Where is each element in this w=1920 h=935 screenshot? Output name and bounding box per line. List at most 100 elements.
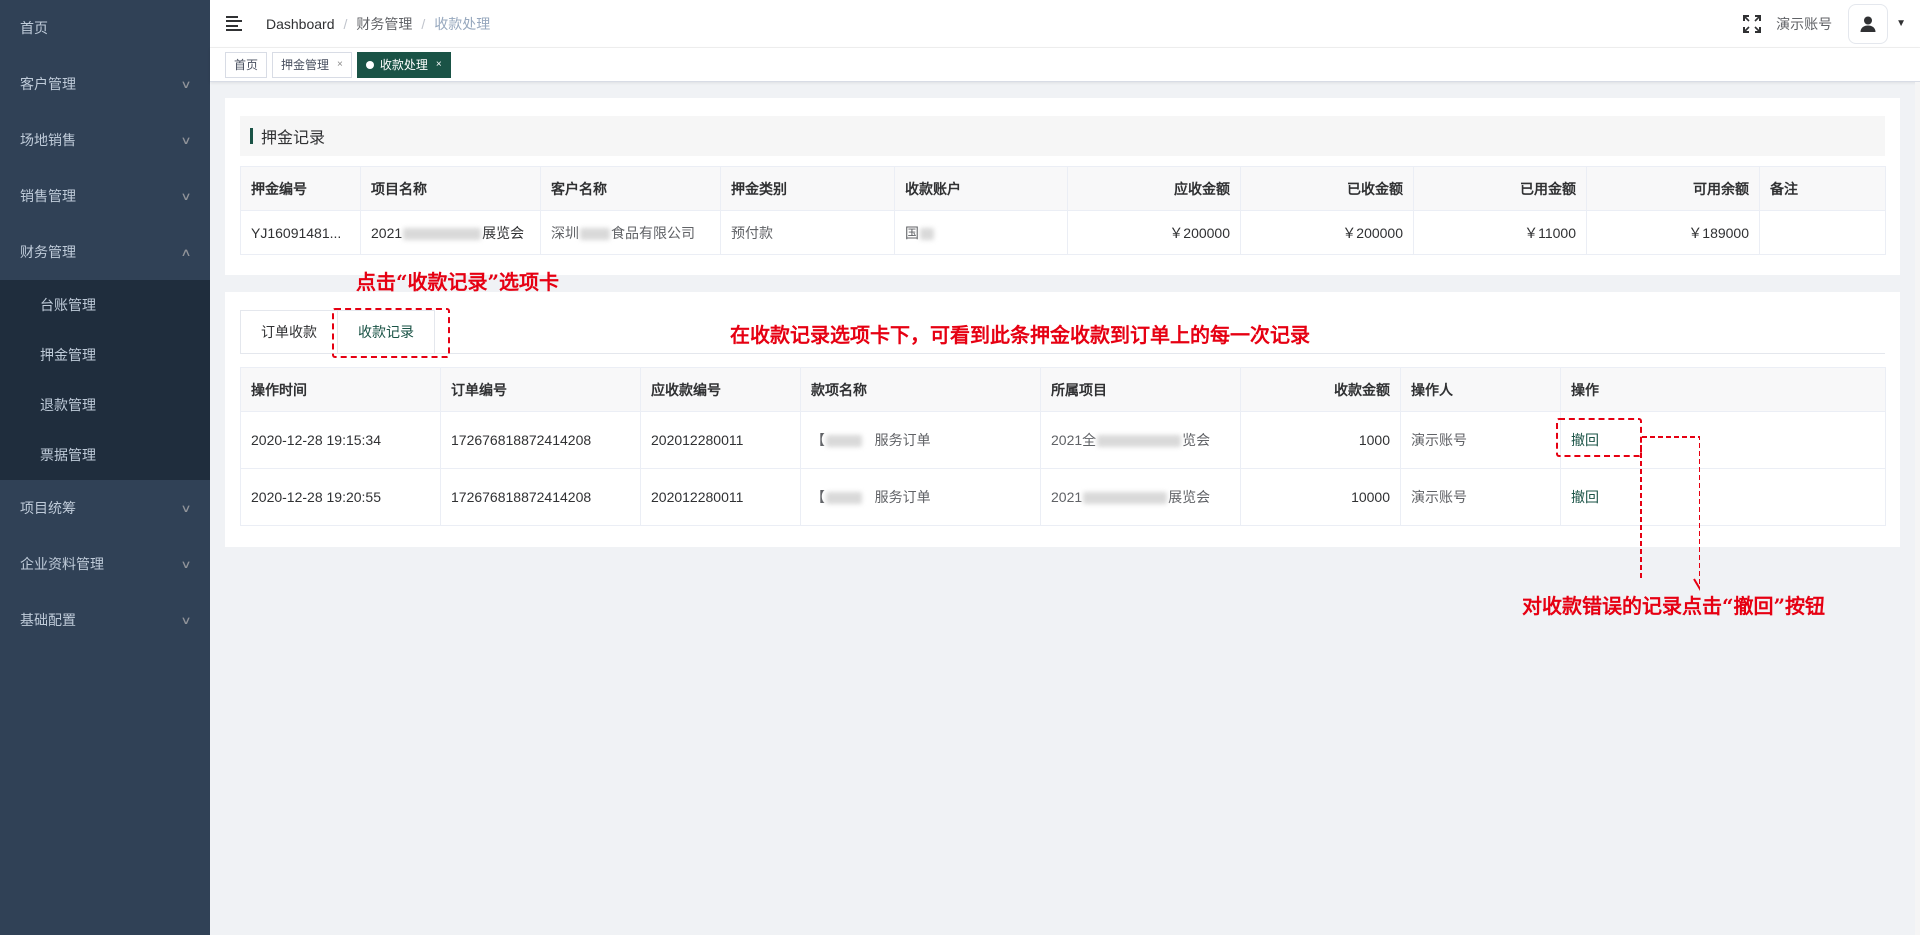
column-header: 应收款编号 — [640, 367, 801, 412]
sidebar-item-label: 基础配置 — [20, 612, 76, 628]
annotation-records-hint: 在收款记录选项卡下，可看到此条押金收款到订单上的每一次记录 — [730, 323, 1310, 347]
sidebar-item-deposit[interactable]: 押金管理 — [0, 330, 210, 380]
payment-amount: 10000 — [1240, 468, 1401, 526]
receivable-no: 202012280011 — [640, 468, 801, 526]
deposit-no: YJ16091481... — [240, 210, 361, 255]
tag-deposit-management[interactable]: 押金管理 × — [272, 51, 352, 78]
sidebar-item-customers[interactable]: 客户管理 ∨ — [0, 56, 210, 112]
tab-order-payment[interactable]: 订单收款 — [240, 310, 338, 354]
annotation-withdraw-hint: 对收款错误的记录点击“撤回”按钮 — [1522, 594, 1826, 618]
column-header: 已收金额 — [1240, 166, 1414, 211]
deposit-record-card: 押金记录 押金编号 项目名称 客户名称 押金类别 收款账户 应收金额 已收金额 … — [225, 98, 1900, 275]
tag-label: 押金管理 — [281, 58, 330, 72]
operation-time: 2020-12-28 19:15:34 — [240, 411, 441, 469]
withdraw-button[interactable]: 撤回 — [1571, 489, 1599, 505]
chevron-down-icon: ∨ — [180, 190, 192, 203]
order-no: 172676818872414208 — [440, 411, 641, 469]
sidebar-item-label: 押金管理 — [40, 347, 96, 363]
remark — [1759, 210, 1886, 255]
annotation-box-tab — [332, 308, 450, 358]
sidebar-item-finance[interactable]: 财务管理 ∧ — [0, 224, 210, 280]
available-balance: ￥189000 — [1586, 210, 1760, 255]
operation-time: 2020-12-28 19:20:55 — [240, 468, 441, 526]
active-dot-icon — [365, 60, 374, 69]
breadcrumb-current: 收款处理 — [434, 15, 491, 32]
order-no: 172676818872414208 — [440, 468, 641, 526]
tag-payment-processing[interactable]: 收款处理 × — [356, 51, 451, 78]
column-header: 操作时间 — [240, 367, 441, 412]
tag-label: 首页 — [234, 58, 259, 72]
column-header: 操作 — [1560, 367, 1886, 412]
close-icon[interactable]: × — [337, 59, 343, 70]
scrollbar[interactable] — [1915, 82, 1920, 935]
table-row: 2020-12-28 19:20:55 172676818872414208 2… — [240, 468, 1886, 526]
sidebar-item-label: 票据管理 — [40, 447, 96, 463]
hamburger-icon[interactable] — [226, 15, 246, 32]
annotation-tab-hint: 点击“收款记录”选项卡 — [356, 270, 560, 294]
table-row: YJ16091481... 2021 展览会 深圳 食品有限公司 预付款 国 ￥20… — [240, 210, 1886, 255]
avatar[interactable] — [1848, 3, 1889, 44]
sidebar-item-ledger[interactable]: 台账管理 — [0, 280, 210, 330]
column-header: 项目名称 — [360, 166, 541, 211]
breadcrumb: Dashboard / 财务管理 / 收款处理 — [266, 14, 491, 34]
deposit-table: 押金编号 项目名称 客户名称 押金类别 收款账户 应收金额 已收金额 已用金额 … — [240, 166, 1886, 255]
column-header: 收款账户 — [894, 166, 1068, 211]
chevron-down-icon: ∨ — [180, 134, 192, 147]
table-header-row: 操作时间 订单编号 应收款编号 款项名称 所属项目 收款金额 操作人 操作 — [240, 367, 1886, 412]
project-name: 2021 展览会 — [360, 210, 541, 255]
sidebar-item-label: 首页 — [20, 20, 48, 36]
sidebar-item-basic-config[interactable]: 基础配置 ∨ — [0, 592, 210, 648]
sidebar: 首页 客户管理 ∨ 场地销售 ∨ 销售管理 ∨ 财务管理 ∧ 台账管理 押金管理… — [0, 0, 210, 935]
chevron-down-icon: ∨ — [180, 502, 192, 515]
table-header-row: 押金编号 项目名称 客户名称 押金类别 收款账户 应收金额 已收金额 已用金额 … — [240, 166, 1886, 211]
sidebar-item-label: 退款管理 — [40, 397, 96, 413]
tag-home[interactable]: 首页 — [225, 51, 268, 78]
column-header: 押金编号 — [240, 166, 361, 211]
tags-view: 首页 押金管理 × 收款处理 × — [210, 48, 1920, 82]
column-header: 操作人 — [1400, 367, 1561, 412]
chevron-up-icon: ∧ — [180, 246, 192, 259]
item-name: 【 服务订单 — [800, 468, 1041, 526]
sidebar-item-venue-sales[interactable]: 场地销售 ∨ — [0, 112, 210, 168]
column-header: 所属项目 — [1040, 367, 1241, 412]
column-header: 应收金额 — [1067, 166, 1241, 211]
project-name: 2021全 览会 — [1040, 411, 1241, 469]
received-amount: ￥200000 — [1240, 210, 1414, 255]
caret-down-icon[interactable]: ▼ — [1896, 18, 1906, 29]
annotation-arrow-line — [1642, 436, 1700, 591]
sidebar-item-label: 销售管理 — [20, 188, 76, 204]
section-title-text: 押金记录 — [261, 130, 326, 147]
chevron-down-icon: ∨ — [180, 78, 192, 91]
chevron-down-icon: ∨ — [180, 558, 192, 571]
sidebar-item-sales[interactable]: 销售管理 ∨ — [0, 168, 210, 224]
chevron-down-icon: ∨ — [180, 614, 192, 627]
action-cell: 撤回 — [1560, 468, 1886, 526]
user-icon — [1860, 16, 1876, 32]
breadcrumb-finance[interactable]: 财务管理 — [356, 14, 412, 34]
fullscreen-icon[interactable] — [1742, 14, 1762, 34]
navbar: Dashboard / 财务管理 / 收款处理 演示账号 ▼ — [210, 0, 1920, 48]
sidebar-item-home[interactable]: 首页 — [0, 0, 210, 56]
used-amount: ￥11000 — [1413, 210, 1587, 255]
sidebar-item-company-data[interactable]: 企业资料管理 ∨ — [0, 536, 210, 592]
project-name: 2021 展览会 — [1040, 468, 1241, 526]
sidebar-item-invoice[interactable]: 票据管理 — [0, 430, 210, 480]
close-icon[interactable]: × — [436, 59, 442, 70]
column-header: 订单编号 — [440, 367, 641, 412]
column-header: 备注 — [1759, 166, 1886, 211]
breadcrumb-dashboard[interactable]: Dashboard — [266, 16, 335, 32]
payment-amount: 1000 — [1240, 411, 1401, 469]
receivable-no: 202012280011 — [640, 411, 801, 469]
sidebar-item-refund[interactable]: 退款管理 — [0, 380, 210, 430]
tag-label: 收款处理 — [379, 58, 428, 72]
column-header: 押金类别 — [720, 166, 895, 211]
column-header: 款项名称 — [800, 367, 1041, 412]
sidebar-item-projects[interactable]: 项目统筹 ∨ — [0, 480, 210, 536]
receivable-amount: ￥200000 — [1067, 210, 1241, 255]
sidebar-item-label: 财务管理 — [20, 244, 76, 260]
column-header: 客户名称 — [540, 166, 721, 211]
account-name[interactable]: 演示账号 — [1776, 14, 1832, 34]
deposit-category: 预付款 — [720, 210, 895, 255]
operator: 演示账号 — [1400, 468, 1561, 526]
sidebar-item-label: 场地销售 — [20, 132, 76, 148]
